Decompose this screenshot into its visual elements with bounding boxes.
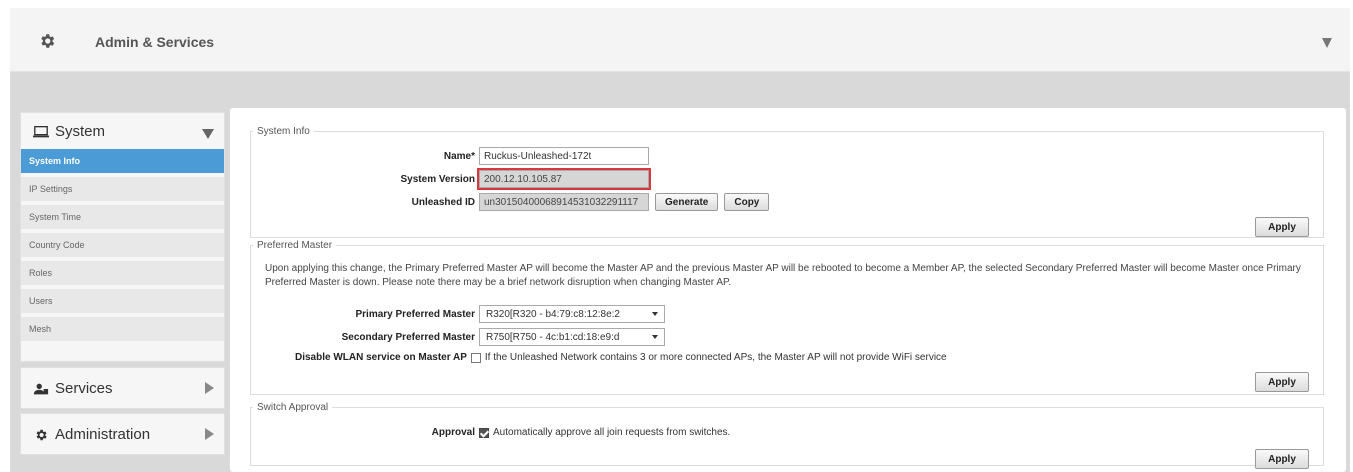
- chevron-right-icon[interactable]: [205, 428, 214, 440]
- sidebar-item-system-info[interactable]: System Info: [21, 149, 224, 173]
- generate-button[interactable]: Generate: [655, 193, 719, 211]
- sidebar-administration[interactable]: Administration: [20, 413, 225, 455]
- gear-icon: [41, 34, 55, 48]
- preferred-master-apply-button[interactable]: Apply: [1255, 372, 1309, 392]
- secondary-master-select[interactable]: R750[R750 - 4c:b1:cd:18:e9:d: [479, 328, 665, 346]
- sidebar-system-title: System: [55, 123, 106, 140]
- chevron-down-icon: [652, 335, 658, 339]
- system-info-apply-button[interactable]: Apply: [1255, 217, 1309, 237]
- chevron-right-icon[interactable]: [205, 382, 214, 394]
- system-version-label: System Version: [400, 173, 475, 185]
- copy-button[interactable]: Copy: [724, 193, 770, 211]
- sidebar-system: System System Info IP Settings System Ti…: [20, 112, 225, 362]
- services-icon: [33, 383, 49, 394]
- page: Admin & Services System System Info IP S…: [0, 0, 1353, 472]
- sidebar-system-header[interactable]: System: [33, 123, 105, 140]
- main-panel: System Info Name* System Version Unleash…: [230, 108, 1346, 472]
- system-version-row: System Version: [371, 168, 651, 190]
- chevron-down-icon: [652, 312, 658, 316]
- name-input[interactable]: [479, 147, 649, 165]
- disable-wlan-checkbox[interactable]: [470, 352, 481, 363]
- sidebar-item-roles[interactable]: Roles: [21, 261, 224, 285]
- header: Admin & Services: [10, 8, 1350, 72]
- name-label: Name*: [443, 150, 475, 162]
- app-frame: Admin & Services System System Info IP S…: [10, 8, 1350, 472]
- secondary-master-row: Secondary Preferred Master R750[R750 - 4…: [311, 328, 665, 346]
- sidebar-services[interactable]: Services: [20, 367, 225, 409]
- preferred-master-description: Upon applying this change, the Primary P…: [265, 263, 1301, 288]
- primary-master-select[interactable]: R320[R320 - b4:79:c8:12:8e:2: [479, 305, 665, 323]
- primary-master-row: Primary Preferred Master R320[R320 - b4:…: [311, 305, 665, 323]
- primary-master-label: Primary Preferred Master: [355, 308, 475, 320]
- sidebar-administration-header: Administration: [33, 426, 150, 443]
- sidebar-services-header: Services: [33, 380, 113, 397]
- chevron-down-icon[interactable]: [202, 129, 214, 139]
- unleashed-id-field: [479, 193, 649, 211]
- disable-wlan-row: Disable WLAN service on Master AP If the…: [295, 352, 947, 363]
- laptop-icon: [33, 125, 49, 137]
- system-info-group: System Info Name* System Version Unleash…: [250, 126, 1324, 238]
- sidebar-item-users[interactable]: Users: [21, 289, 224, 313]
- unleashed-id-row: Unleashed ID Generate Copy: [371, 193, 770, 211]
- sidebar-item-mesh[interactable]: Mesh: [21, 317, 224, 341]
- disable-wlan-text: If the Unleashed Network contains 3 or m…: [484, 352, 947, 363]
- sidebar-item-system-time[interactable]: System Time: [21, 205, 224, 229]
- switch-approval-legend: Switch Approval: [257, 402, 329, 413]
- name-row: Name*: [371, 147, 649, 165]
- switch-approval-apply-button[interactable]: Apply: [1255, 449, 1309, 469]
- unleashed-id-label: Unleashed ID: [411, 196, 475, 208]
- sidebar-item-ip-settings[interactable]: IP Settings: [21, 177, 224, 201]
- switch-approval-group: Switch Approval Approval Automatically a…: [250, 402, 1324, 469]
- sidebar-system-list: System Info IP Settings System Time Coun…: [21, 149, 224, 345]
- secondary-master-value: R750[R750 - 4c:b1:cd:18:e9:d: [486, 331, 620, 343]
- gear-icon: [36, 429, 47, 440]
- secondary-master-label: Secondary Preferred Master: [341, 331, 475, 343]
- sidebar-administration-title: Administration: [55, 426, 151, 443]
- approval-checkbox[interactable]: [479, 427, 489, 438]
- approval-text: Automatically approve all join requests …: [493, 427, 731, 438]
- approval-label: Approval: [431, 427, 475, 438]
- system-info-legend: System Info: [257, 126, 310, 137]
- preferred-master-legend: Preferred Master: [257, 240, 333, 251]
- preferred-master-group: Preferred Master Upon applying this chan…: [250, 240, 1324, 395]
- sidebar-item-country-code[interactable]: Country Code: [21, 233, 224, 257]
- disable-wlan-label: Disable WLAN service on Master AP: [295, 352, 467, 363]
- sidebar-services-title: Services: [55, 380, 113, 397]
- primary-master-value: R320[R320 - b4:79:c8:12:8e:2: [486, 308, 620, 320]
- approval-row: Approval Automatically approve all join …: [371, 427, 731, 438]
- system-version-field: [477, 168, 651, 190]
- page-title: Admin & Services: [95, 34, 215, 50]
- collapse-icon[interactable]: [1322, 38, 1332, 48]
